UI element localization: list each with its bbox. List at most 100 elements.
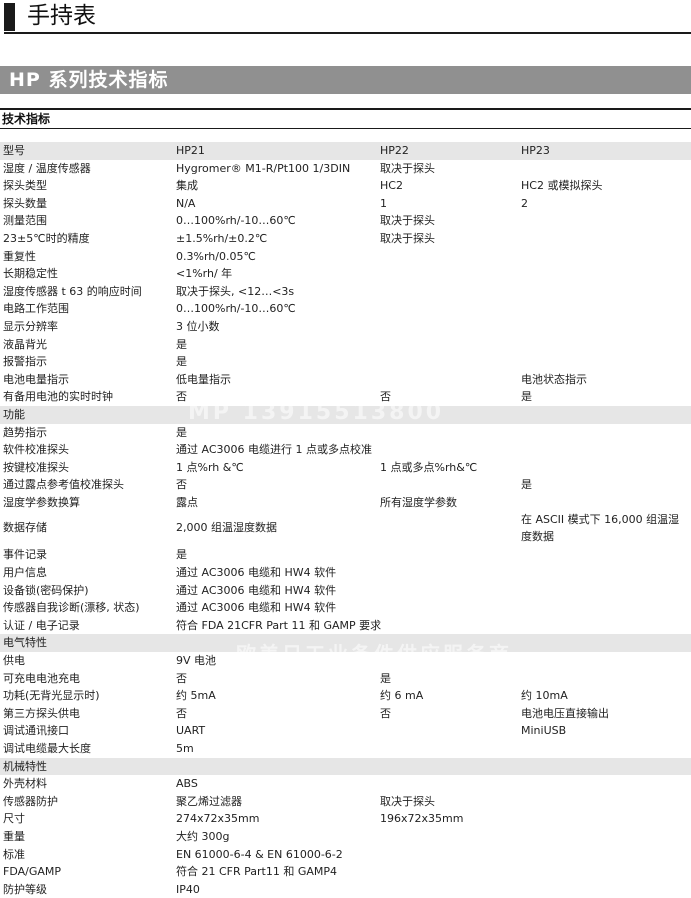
row-label: 湿度学参数换算 [3,495,80,509]
row-label: 认证 / 电子记录 [3,618,80,632]
row-label: 液晶背光 [3,337,47,351]
section-top-rule [0,108,691,110]
table-row: 湿度 / 温度传感器 Hygromer® M1-R/Pt100 1/3DIN 取决于… [0,160,691,178]
cell-hp21: <1%rh/ 年 [176,267,233,281]
cell-hp21: 是 [176,425,187,439]
row-label: 调试通讯接口 [3,724,69,738]
cell-hp21: 符合 21 CFR Part11 和 GAMP4 [176,865,338,879]
cell-hp22: 196x72x35mm [380,812,464,826]
title-bar-decoration [4,3,15,31]
cell-hp22: HC2 [380,179,403,193]
row-label: 功能 [3,407,25,421]
row-label: 电气特性 [3,636,47,650]
cell-hp21: 9V 电池 [176,654,217,668]
cell-hp21: 否 [176,671,187,685]
row-label: 通过露点参考值校准探头 [3,478,124,492]
cell-hp21: 通过 AC3006 电缆进行 1 点或多点校准 [176,443,372,457]
row-label: 有备用电池的实时时钟 [3,390,113,404]
spec-table: 型号 HP21 HP22 HP23 湿度 / 温度传感器 Hygromer® M1-R/P… [0,142,691,898]
table-row: 电路工作范围 0…100%rh/-10…60℃ [0,300,691,318]
cell-hp21: 否 [176,706,187,720]
cell-hp21: 通过 AC3006 电缆和 HW4 软件 [176,583,337,597]
page-header: 手持表 [0,0,691,34]
cell-hp21: 5m [176,742,194,755]
cell-hp21: ABS [176,777,198,791]
cell-hp21: 约 5mA [176,689,216,703]
table-row: 传感器自我诊断(漂移, 状态) 通过 AC3006 电缆和 HW4 软件 [0,599,691,617]
row-label: 事件记录 [3,548,47,562]
table-row: 尺寸 274x72x35mm 196x72x35mm [0,810,691,828]
row-label: 电池电量指示 [3,372,69,386]
table-row: 湿度学参数换算 露点 所有湿度学参数 [0,494,691,512]
cell-hp21: 否 [176,390,187,404]
cell-hp21: 大约 300g [176,829,230,843]
table-row: 设备锁(密码保护) 通过 AC3006 电缆和 HW4 软件 [0,582,691,600]
cell-hp21: 是 [176,337,187,351]
cell-hp22: 1 [380,196,387,210]
row-label: 设备锁(密码保护) [3,583,89,597]
row-label: 电路工作范围 [3,302,69,316]
row-label: 重量 [3,829,25,843]
row-label: 重复性 [3,249,36,263]
row-label: 调试电缆最大长度 [3,742,91,755]
cell-hp23: 电池电压直接输出 [521,706,609,720]
cell-hp22: 否 [380,706,391,720]
row-label: 标准 [3,847,25,861]
row-label: 防护等级 [3,882,47,896]
row-label: 湿度传感器 t 63 的响应时间 [3,284,142,298]
cell-hp22: 约 6 mA [380,689,424,703]
row-label: 长期稳定性 [3,267,58,281]
cell-hp23: 2 [521,196,528,210]
table-row: 外壳材料 ABS [0,775,691,793]
table-row: 数据存储 2,000 组温湿度数据 在 ASCII 模式下 16,000 组温湿度数… [0,511,691,546]
cell-hp21: 露点 [176,495,198,509]
cell-hp22: 1 点或多点%rh&℃ [380,460,478,474]
row-label: 数据存储 [3,521,47,535]
watermark-phone: MP 13915513800 [188,400,445,425]
table-row: 湿度传感器 t 63 的响应时间 取决于探头, <12…<3s [0,283,691,301]
table-row: 用户信息 通过 AC3006 电缆和 HW4 软件 [0,564,691,582]
table-row: 传感器防护 聚乙烯过滤器 取决于探头 [0,793,691,811]
row-label: 供电 [3,654,25,668]
row-label: 功耗(无背光显示时) [3,689,100,703]
table-row: 认证 / 电子记录 符合 FDA 21CFR Part 11 和 GAMP 要求 [0,617,691,635]
table-row: 重量 大约 300g [0,828,691,846]
table-row: 探头数量 N/A 1 2 [0,195,691,213]
row-label: 传感器防护 [3,794,58,808]
row-label: 外壳材料 [3,777,47,791]
cell-hp22: 所有湿度学参数 [380,495,457,509]
row-label: 传感器自我诊断(漂移, 状态) [3,601,140,615]
table-row: FDA/GAMP 符合 21 CFR Part11 和 GAMP4 [0,863,691,881]
cell-hp22: 是 [380,671,391,685]
cell-hp21: 符合 FDA 21CFR Part 11 和 GAMP 要求 [176,618,382,632]
series-title: HP 系列技术指标 [9,69,169,91]
cell-hp23: MiniUSB [521,724,567,738]
cell-hp21: 通过 AC3006 电缆和 HW4 软件 [176,601,337,615]
row-label: 第三方探头供电 [3,706,80,720]
table-row: 调试电缆最大长度 5m [0,740,691,758]
row-label: 显示分辨率 [3,319,58,333]
cell-hp21: 274x72x35mm [176,812,260,826]
row-label: 软件校准探头 [3,443,69,457]
table-row: 软件校准探头 通过 AC3006 电缆进行 1 点或多点校准 [0,441,691,459]
cell-hp22: 取决于探头 [380,161,435,175]
cell-hp22: HP22 [380,144,409,157]
row-label: 趋势指示 [3,425,47,439]
cell-hp23: 约 10mA [521,689,568,703]
row-label: 23±5℃时的精度 [3,231,90,245]
cell-hp21: 1 点%rh &℃ [176,460,244,474]
cell-hp21: 否 [176,478,187,492]
cell-hp21: 2,000 组温湿度数据 [176,521,277,535]
cell-hp22: 取决于探头 [380,214,435,228]
table-row: 探头类型 集成 HC2 HC2 或模拟探头 [0,177,691,195]
cell-hp21: 0…100%rh/-10…60℃ [176,214,296,228]
page-title: 手持表 [27,3,96,29]
cell-hp21: 低电量指示 [176,372,231,386]
row-label: 按键校准探头 [3,460,69,474]
cell-hp23: HC2 或模拟探头 [521,179,603,193]
table-row: 可充电电池充电 否 是 [0,670,691,688]
table-row: 测量范围 0…100%rh/-10…60℃ 取决于探头 [0,212,691,230]
cell-hp21: 通过 AC3006 电缆和 HW4 软件 [176,566,337,580]
table-row: 调试通讯接口 UART MiniUSB [0,722,691,740]
table-row: 标准 EN 61000-6-4 & EN 61000-6-2 [0,846,691,864]
